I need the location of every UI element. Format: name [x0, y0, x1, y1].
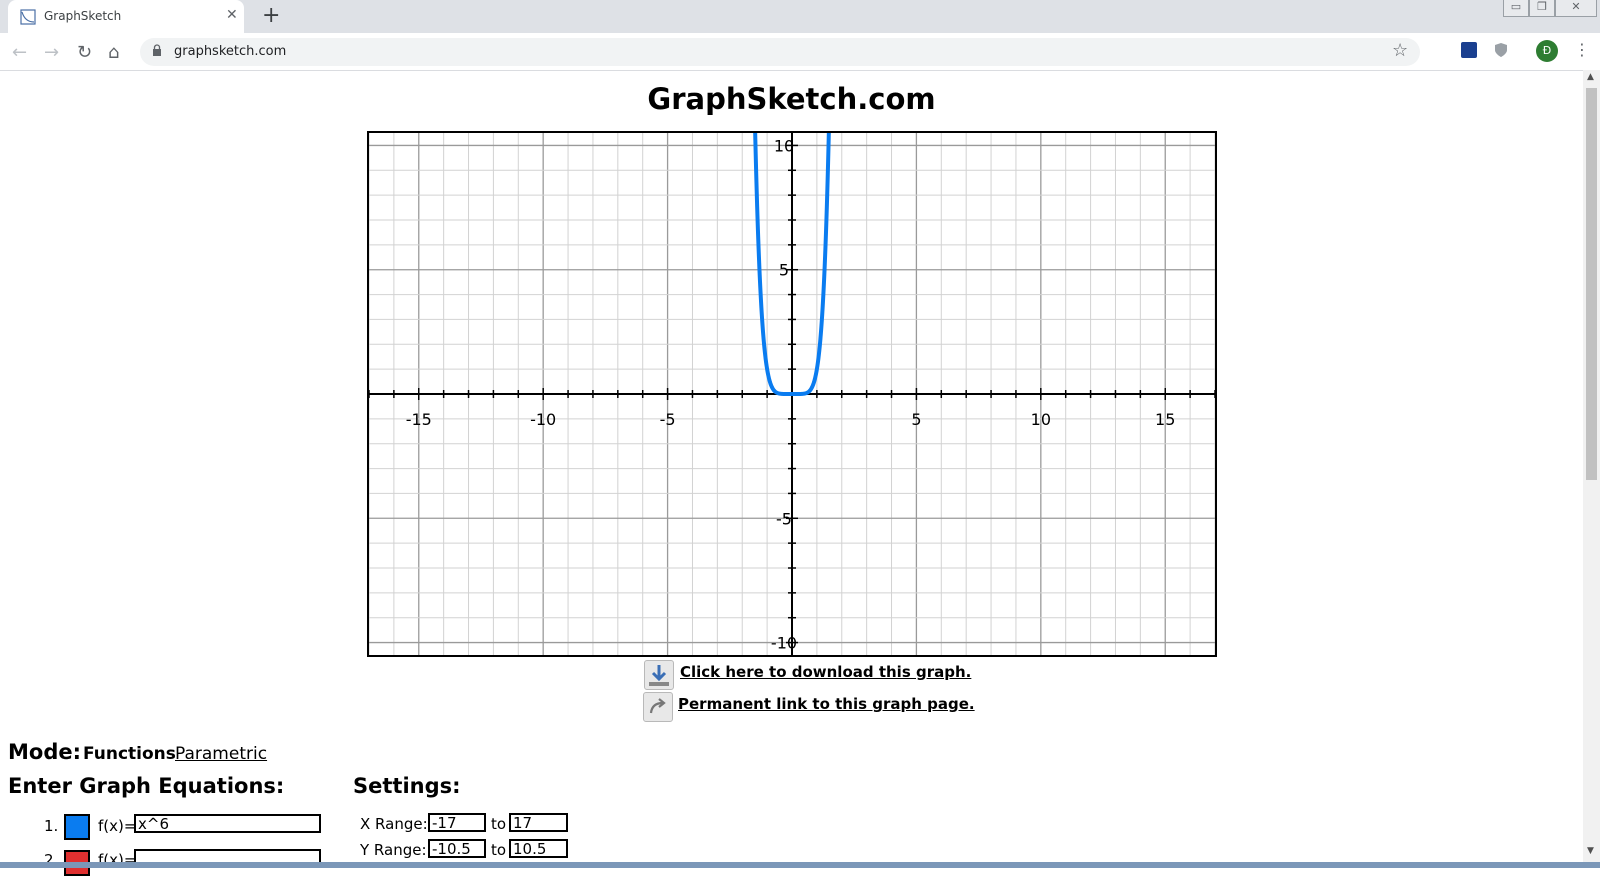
close-tab-icon[interactable]: ✕ — [226, 7, 238, 23]
browser-tab[interactable]: GraphSketch ✕ — [8, 0, 244, 33]
equation-input[interactable] — [134, 814, 321, 833]
lock-icon — [153, 44, 161, 56]
y-tick-label: -10 — [771, 634, 797, 653]
mode-functions: Functions — [83, 744, 176, 764]
x-tick-label: -15 — [406, 410, 432, 429]
scrollbar-thumb[interactable] — [1586, 88, 1597, 480]
browser-menu-icon[interactable]: ⋮ — [1574, 40, 1590, 59]
download-arrow-icon — [649, 665, 669, 686]
x-range-to: to — [491, 815, 507, 833]
link-arrow-icon — [649, 698, 666, 714]
x-tick-label: 10 — [1031, 410, 1051, 429]
equation-label: f(x)= — [98, 817, 137, 835]
tab-title: GraphSketch — [44, 9, 122, 23]
y-range-label: Y Range: — [360, 841, 427, 859]
y-tick-label: 10 — [774, 136, 794, 155]
download-graph-link[interactable]: Click here to download this graph. — [680, 663, 971, 681]
x-tick-label: -10 — [530, 410, 556, 429]
equations-heading: Enter Graph Equations: — [8, 774, 285, 798]
equation-color-swatch[interactable] — [64, 814, 90, 840]
home-button[interactable]: ⌂ — [108, 42, 119, 63]
x-tick-label: -5 — [660, 410, 676, 429]
y-range-to: to — [491, 841, 507, 859]
page-scrollbar[interactable]: ▲ ▼ — [1583, 70, 1600, 862]
x-max-input[interactable] — [509, 813, 568, 832]
mode-parametric-link[interactable]: Parametric — [175, 744, 267, 764]
new-tab-button[interactable]: + — [262, 3, 280, 28]
download-icon[interactable] — [644, 660, 674, 690]
x-range-label: X Range: — [360, 815, 428, 833]
y-min-input[interactable] — [428, 839, 486, 858]
y-tick-label: 5 — [779, 261, 789, 280]
minimize-button[interactable]: ▭ — [1503, 0, 1529, 17]
url-text: graphsketch.com — [174, 44, 287, 59]
shield-extension-icon[interactable] — [1494, 42, 1508, 58]
forward-button[interactable]: → — [44, 42, 59, 63]
x-tick-label: 5 — [911, 410, 921, 429]
scroll-down-arrow-icon[interactable]: ▼ — [1587, 846, 1594, 856]
mode-label: Mode: — [8, 740, 81, 764]
window-close-button[interactable]: ✕ — [1555, 0, 1597, 17]
permanent-link[interactable]: Permanent link to this graph page. — [678, 695, 975, 713]
equation-number: 1. — [44, 817, 59, 835]
back-button[interactable]: ← — [12, 42, 27, 63]
scroll-up-arrow-icon[interactable]: ▲ — [1587, 72, 1594, 82]
extension-icon[interactable] — [1461, 42, 1477, 58]
browser-toolbar: ← → ↻ ⌂ graphsketch.com ☆ Đ ⋮ — [0, 33, 1600, 71]
x-min-input[interactable] — [428, 813, 486, 832]
os-taskbar — [0, 862, 1600, 868]
restore-button[interactable]: ❐ — [1529, 0, 1555, 17]
address-bar[interactable]: graphsketch.com ☆ — [140, 38, 1420, 66]
reload-button[interactable]: ↻ — [77, 42, 92, 63]
settings-heading: Settings: — [353, 774, 461, 798]
y-max-input[interactable] — [509, 839, 568, 858]
page-title: GraphSketch.com — [647, 82, 936, 116]
profile-avatar[interactable]: Đ — [1536, 40, 1558, 62]
tab-bar: GraphSketch ✕ + ▭ ❐ ✕ — [0, 0, 1600, 33]
graphsketch-favicon-icon — [20, 9, 36, 25]
graph-canvas[interactable]: -15 -10 -5 5 10 15 10 5 -5 -10 — [367, 131, 1217, 657]
permalink-icon[interactable] — [643, 692, 673, 722]
y-tick-label: -5 — [776, 509, 792, 528]
x-tick-label: 15 — [1155, 410, 1175, 429]
bookmark-star-icon[interactable]: ☆ — [1392, 40, 1408, 61]
